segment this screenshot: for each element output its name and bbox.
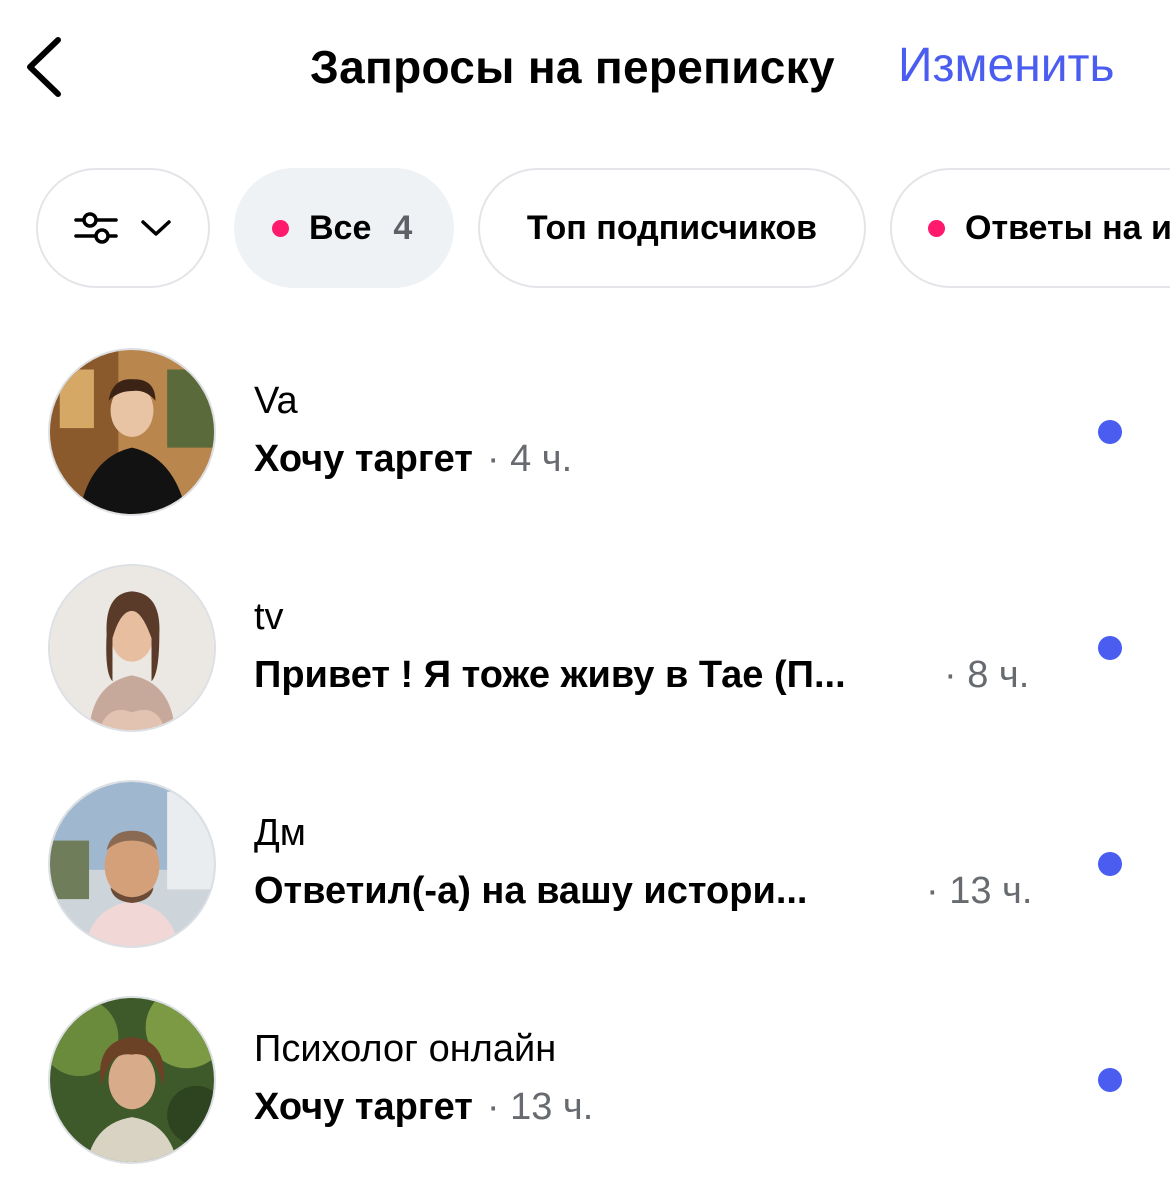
filter-chip-label: Топ подписчиков xyxy=(526,208,818,247)
avatar[interactable] xyxy=(48,780,216,948)
avatar[interactable] xyxy=(48,348,216,516)
sender-name: Психолог онлайн xyxy=(254,1028,557,1070)
filter-chip-all[interactable]: Все 4 xyxy=(234,168,454,288)
message-preview-line: Привет ! Я тоже живу в Тае (П... xyxy=(254,654,846,697)
filter-chip-story-replies[interactable]: Ответы на и xyxy=(890,168,1170,288)
request-row[interactable]: Психолог онлайн Хочу таргет · 13 ч. xyxy=(0,988,1170,1168)
sender-name: Va xyxy=(254,380,298,422)
message-time: · 8 ч. xyxy=(944,654,1030,696)
avatar[interactable] xyxy=(48,564,216,732)
chevron-down-icon xyxy=(141,220,171,236)
message-requests-screen: Запросы на переписку Изменить Все 4 Топ … xyxy=(0,0,1170,1194)
avatar[interactable] xyxy=(48,996,216,1164)
message-preview-line: Хочу таргет · 13 ч. xyxy=(254,1086,593,1129)
filter-options-button[interactable] xyxy=(36,168,210,288)
back-button[interactable] xyxy=(22,30,72,100)
page-title: Запросы на переписку xyxy=(310,41,835,93)
message-preview-line: Хочу таргет · 4 ч. xyxy=(254,438,572,481)
request-row[interactable]: tv Привет ! Я тоже живу в Тае (П... · 8 … xyxy=(0,556,1170,736)
filter-chip-label: Все xyxy=(309,208,372,247)
message-preview-line: Ответил(-а) на вашу истори... xyxy=(254,870,808,913)
message-time: · 13 ч. xyxy=(486,1086,594,1128)
sliders-icon xyxy=(74,212,118,244)
filter-chip-top-followers[interactable]: Топ подписчиков xyxy=(478,168,866,288)
message-preview: Хочу таргет xyxy=(254,438,473,480)
message-preview: Ответил(-а) на вашу истори... xyxy=(254,870,808,912)
sender-name: Дм xyxy=(254,812,306,854)
filter-chip-count: 4 xyxy=(393,208,413,247)
header: Запросы на переписку Изменить xyxy=(0,0,1170,140)
filter-chip-label: Ответы на и xyxy=(965,208,1170,247)
filter-chips: Все 4 Топ подписчиков Ответы на и xyxy=(0,168,1170,290)
message-preview: Привет ! Я тоже живу в Тае (П... xyxy=(254,654,846,696)
request-row[interactable]: Va Хочу таргет · 4 ч. xyxy=(0,340,1170,520)
sender-name: tv xyxy=(254,596,284,638)
unread-indicator xyxy=(1098,636,1122,660)
edit-button[interactable]: Изменить xyxy=(898,38,1115,93)
message-time: · 13 ч. xyxy=(926,870,1033,912)
message-preview: Хочу таргет xyxy=(254,1086,473,1128)
message-time: · 4 ч. xyxy=(486,438,573,480)
unread-indicator xyxy=(1098,852,1122,876)
request-row[interactable]: Дм Ответил(-а) на вашу истори... · 13 ч. xyxy=(0,772,1170,952)
unread-indicator xyxy=(1098,1068,1122,1092)
new-indicator-dot xyxy=(272,219,289,237)
unread-indicator xyxy=(1098,420,1122,444)
chevron-left-icon xyxy=(27,37,61,97)
new-indicator-dot xyxy=(928,219,945,237)
